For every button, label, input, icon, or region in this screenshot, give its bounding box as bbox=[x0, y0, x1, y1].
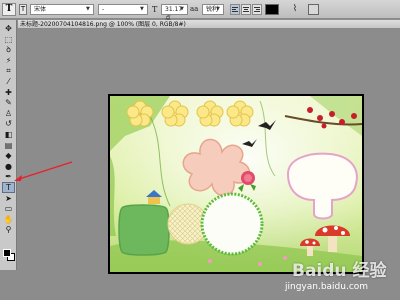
clone-stamp-tool-icon[interactable]: ♙ bbox=[3, 109, 14, 118]
font-size-dropdown[interactable]: 31.17 点 ▼ bbox=[161, 4, 188, 22]
align-left-button[interactable] bbox=[230, 4, 240, 15]
antialias-dropdown[interactable]: 锐利 ▼ bbox=[202, 4, 224, 15]
chevron-down-icon: ▼ bbox=[140, 6, 144, 12]
font-style-value: - bbox=[102, 6, 105, 13]
green-frame bbox=[118, 204, 170, 256]
chevron-down-icon: ▼ bbox=[180, 6, 184, 12]
document-tab[interactable]: 未标题-20200704104816.png @ 100% (图层 0, RGB… bbox=[18, 20, 400, 29]
magic-wand-tool-icon[interactable]: ⚡ bbox=[3, 56, 14, 65]
text-color-swatch[interactable] bbox=[265, 4, 279, 15]
eraser-tool-icon[interactable]: ◧ bbox=[3, 130, 14, 139]
watermark-url: jingyan.baidu.com bbox=[285, 282, 369, 292]
round-frame bbox=[200, 192, 264, 256]
gradient-tool-icon[interactable]: ▤ bbox=[3, 141, 14, 150]
shape-tool-icon[interactable]: ▭ bbox=[3, 204, 14, 213]
options-bar: T T 宋体 ▼ - ▼ T 31.17 点 ▼ aa 锐利 ▼ ⌇ bbox=[0, 0, 400, 22]
character-panel-icon[interactable] bbox=[308, 4, 319, 15]
baidu-jingyan-watermark: Baidu 经验 bbox=[292, 261, 387, 281]
text-orientation-toggle[interactable]: T bbox=[19, 4, 27, 15]
marquee-tool-icon[interactable]: ⬚ bbox=[3, 35, 14, 44]
hand-tool-icon[interactable]: ✋ bbox=[3, 215, 14, 224]
chevron-down-icon: ▼ bbox=[86, 6, 90, 12]
font-style-dropdown[interactable]: - ▼ bbox=[98, 4, 148, 15]
zoom-tool-icon[interactable]: ⚲ bbox=[3, 225, 14, 234]
align-center-button[interactable] bbox=[241, 4, 251, 15]
move-tool-icon[interactable]: ✥ bbox=[3, 24, 14, 33]
history-brush-tool-icon[interactable]: ↺ bbox=[3, 119, 14, 128]
font-size-icon: T bbox=[152, 5, 158, 14]
warp-text-icon[interactable]: ⌇ bbox=[289, 3, 301, 16]
crop-tool-icon[interactable]: ⌗ bbox=[3, 66, 14, 75]
lasso-tool-icon[interactable]: ꝺ bbox=[3, 45, 14, 54]
path-selection-tool-icon[interactable]: ➤ bbox=[3, 194, 14, 203]
antialias-icon: aa bbox=[190, 5, 199, 13]
brush-tool-icon[interactable]: ✎ bbox=[3, 98, 14, 107]
red-annotation-arrow bbox=[14, 161, 73, 181]
document-canvas[interactable] bbox=[108, 94, 364, 274]
font-family-value: 宋体 bbox=[34, 6, 47, 13]
font-family-dropdown[interactable]: 宋体 ▼ bbox=[30, 4, 94, 15]
eyedropper-tool-icon[interactable]: ⁄ bbox=[3, 77, 14, 86]
canvas-artwork bbox=[110, 96, 362, 272]
tool-preset-picker[interactable]: T bbox=[2, 3, 16, 16]
blur-tool-icon[interactable]: ◆ bbox=[3, 151, 14, 160]
align-right-button[interactable] bbox=[252, 4, 262, 15]
toolbox: ✥ ⬚ ꝺ ⚡ ⌗ ⁄ ✚ ✎ ♙ ↺ ◧ ▤ ◆ ● ✒ T ➤ ▭ ✋ ⚲ bbox=[0, 20, 17, 270]
healing-brush-tool-icon[interactable]: ✚ bbox=[3, 88, 14, 97]
foreground-color-swatch[interactable] bbox=[3, 249, 11, 257]
chevron-down-icon: ▼ bbox=[216, 6, 220, 12]
